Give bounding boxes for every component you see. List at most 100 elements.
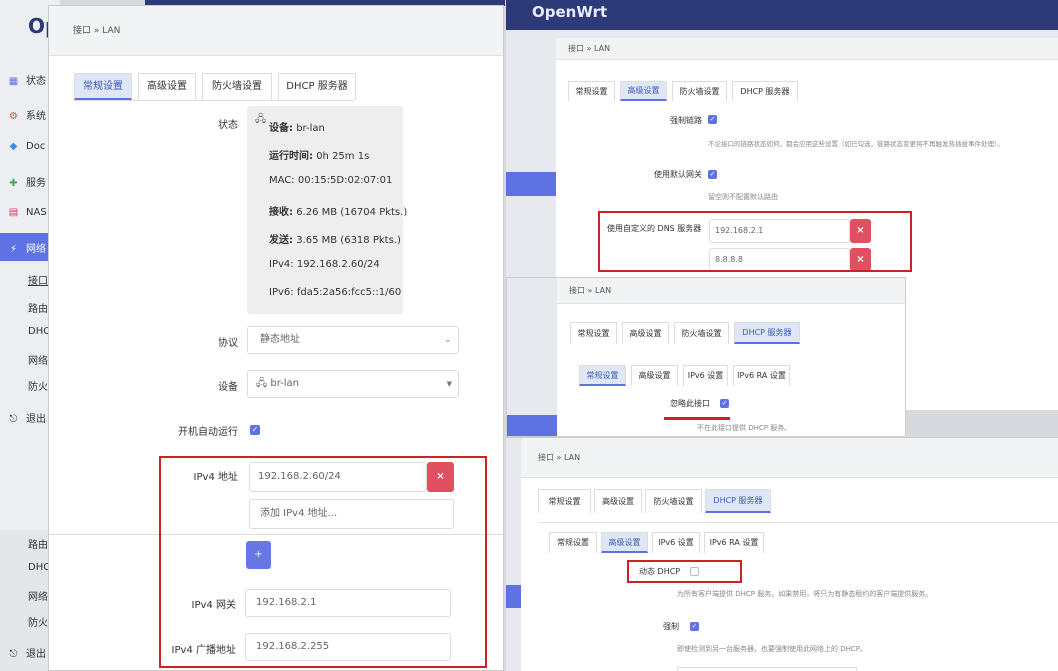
panel3-subtab-ipv6[interactable]: IPv6 设置: [683, 365, 728, 386]
panel3-tab-advanced[interactable]: 高级设置: [622, 322, 669, 344]
sidebar-logout[interactable]: ⎋ 退出: [8, 410, 46, 425]
device-label: 设备: [218, 382, 238, 393]
chevron-down-icon: ⌄: [443, 334, 452, 345]
status-card: 🖧 设备: br-lan 运行时间: 0h 25m 1s MAC: 00:15:…: [247, 106, 407, 314]
sidebar-item-label: 网络: [26, 244, 46, 255]
panel2-tab-dhcp[interactable]: DHCP 服务器: [732, 81, 798, 101]
panel4-sidebar-active: [506, 585, 521, 608]
panel2-tab-advanced[interactable]: 高级设置: [620, 81, 667, 101]
status-ipv6: IPv6: fda5:2a56:fcc5::1/60: [269, 287, 402, 298]
caret-down-icon: ▼: [446, 380, 452, 388]
panel2-sidebar-active: [506, 172, 556, 196]
sidebar-subitem-routes-dup: 路由: [28, 540, 48, 551]
autostart-checkbox[interactable]: ✓: [250, 425, 260, 435]
docker-icon: ◆: [9, 141, 18, 152]
sidebar-item-docker[interactable]: ◆ Doc: [8, 141, 46, 152]
highlight-ignore-underline: [664, 417, 730, 420]
sidebar-subitem-network[interactable]: 网络: [28, 352, 48, 367]
status-label: 状态: [218, 120, 238, 131]
force-dhcp-label: 强制: [663, 622, 679, 631]
panel4-subtab-advanced[interactable]: 高级设置: [601, 532, 648, 553]
autostart-label: 开机自动运行: [178, 427, 238, 438]
panel4-body: 接口 » LAN 常规设置 高级设置 防火墙设置 DHCP 服务器 常规设置 高…: [521, 438, 1058, 671]
tab-dhcp[interactable]: DHCP 服务器: [278, 73, 356, 100]
force-dhcp-checkbox[interactable]: ✓: [690, 622, 699, 631]
sidebar-subitem-dhcp-dup: DHC: [28, 562, 51, 573]
panel4-subtab-general[interactable]: 常规设置: [549, 532, 597, 553]
default-gateway-hint: 留空则不配置默认路由: [708, 193, 778, 201]
status-device: 设备: br-lan: [269, 123, 325, 134]
sidebar-subitem-network-dup: 网络: [28, 592, 48, 603]
default-gateway-checkbox[interactable]: ✓: [708, 170, 717, 179]
panel3-tab-firewall[interactable]: 防火墙设置: [674, 322, 729, 344]
panel3-body: 接口 » LAN 常规设置 高级设置 防火墙设置 DHCP 服务器 常规设置 高…: [557, 278, 905, 436]
force-link-label: 强制链路: [670, 116, 702, 125]
sidebar-item-label: 状态: [26, 76, 46, 87]
logout-icon: ⎋: [9, 414, 18, 425]
status-rx: 接收: 6.26 MB (16704 Pkts.): [269, 207, 408, 218]
panel2-tab-general[interactable]: 常规设置: [568, 81, 615, 101]
force-link-checkbox[interactable]: ✓: [708, 115, 717, 124]
sidebar-item-label: 退出: [26, 414, 46, 425]
protocol-label: 协议: [218, 338, 238, 349]
panel3-subtab-general[interactable]: 常规设置: [579, 365, 626, 386]
network-device-icon: 🖧: [255, 114, 267, 125]
dynamic-dhcp-hint: 为所有客户端提供 DHCP 服务。如果禁用，将只为有静态租约的客户端提供服务。: [677, 590, 933, 598]
sidebar-subitem-dhcp[interactable]: DHC: [28, 326, 50, 337]
default-gateway-label: 使用默认网关: [654, 170, 702, 179]
puzzle-icon: ✚: [9, 178, 18, 189]
device-select[interactable]: 🖧 br-lan ▼: [247, 370, 459, 398]
panel4-tab-advanced[interactable]: 高级设置: [594, 489, 642, 513]
panel4-subtab-ipv6[interactable]: IPv6 设置: [652, 532, 700, 553]
force-dhcp-hint: 即使检测到另一台服务器，也要强制使用此网络上的 DHCP。: [677, 645, 867, 653]
panel2-logo: OpenWrt: [532, 3, 608, 21]
panel4-tab-firewall[interactable]: 防火墙设置: [645, 489, 702, 513]
sidebar-item-label: 服务: [26, 178, 46, 189]
panel4-breadcrumb: 接口 » LAN: [521, 438, 1058, 478]
gear-icon: ⚙: [9, 111, 18, 122]
panel3-subtab-ipv6-ra[interactable]: IPv6 RA 设置: [733, 365, 790, 386]
sidebar-subitem-routes[interactable]: 路由: [28, 300, 48, 315]
panel4-subtab-ipv6-ra[interactable]: IPv6 RA 设置: [704, 532, 764, 553]
sidebar-item-system[interactable]: ⚙ 系统: [8, 107, 46, 122]
ignore-interface-hint: 不在此接口提供 DHCP 服务。: [697, 424, 792, 432]
panel3-tab-dhcp[interactable]: DHCP 服务器: [734, 322, 800, 344]
protocol-select[interactable]: 静态地址 ⌄: [247, 326, 459, 354]
breadcrumb: 接口 » LAN: [49, 6, 503, 56]
sidebar-item-nas[interactable]: ▤ NAS: [8, 207, 47, 218]
status-ipv4: IPv4: 192.168.2.60/24: [269, 259, 380, 270]
sidebar-subitem-firewall-dup: 防火: [28, 618, 48, 629]
ignore-interface-label: 忽略此接口: [670, 399, 710, 408]
status-mac: MAC: 00:15:5D:02:07:01: [269, 175, 393, 186]
sidebar-item-status[interactable]: ▦ 状态: [8, 72, 46, 87]
panel3-sidebar-active: [507, 415, 557, 436]
panel3-subtab-advanced[interactable]: 高级设置: [631, 365, 678, 386]
logout-icon: ⎋: [9, 649, 18, 660]
sidebar-item-label: 系统: [26, 111, 46, 122]
storage-icon: ▤: [8, 207, 19, 218]
tab-advanced[interactable]: 高级设置: [138, 73, 196, 100]
sidebar-item-label: 退出: [26, 649, 46, 660]
sidebar-logout-dup: ⎋ 退出: [8, 645, 46, 660]
panel2-tab-firewall[interactable]: 防火墙设置: [672, 81, 727, 101]
tab-firewall[interactable]: 防火墙设置: [202, 73, 272, 100]
panel4-tab-dhcp[interactable]: DHCP 服务器: [705, 489, 771, 513]
dhcp-general-panel: 接口 » LAN 常规设置 高级设置 防火墙设置 DHCP 服务器 常规设置 高…: [506, 277, 906, 437]
highlight-ipv4-box: [159, 456, 487, 668]
highlight-dns-box: [598, 211, 912, 272]
ignore-interface-checkbox[interactable]: ✓: [720, 399, 729, 408]
panel3-tab-general[interactable]: 常规设置: [570, 322, 617, 344]
sidebar-item-label: NAS: [26, 207, 47, 218]
sidebar-subitem-interfaces[interactable]: 接口: [28, 272, 48, 287]
sidebar-subitem-firewall[interactable]: 防火: [28, 378, 48, 393]
next-field-stub: [677, 667, 857, 671]
panel4-tab-general[interactable]: 常规设置: [538, 489, 591, 513]
tab-general[interactable]: 常规设置: [74, 73, 132, 100]
status-uptime: 运行时间: 0h 25m 1s: [269, 151, 370, 162]
panel3-breadcrumb: 接口 » LAN: [557, 278, 905, 304]
status-tx: 发送: 3.65 MB (6318 Pkts.): [269, 235, 401, 246]
highlight-dynamic-dhcp-box: [627, 560, 742, 583]
network-icon: ⚡: [9, 244, 18, 255]
device-value: br-lan: [270, 378, 300, 389]
sidebar-item-services[interactable]: ✚ 服务: [8, 174, 46, 189]
